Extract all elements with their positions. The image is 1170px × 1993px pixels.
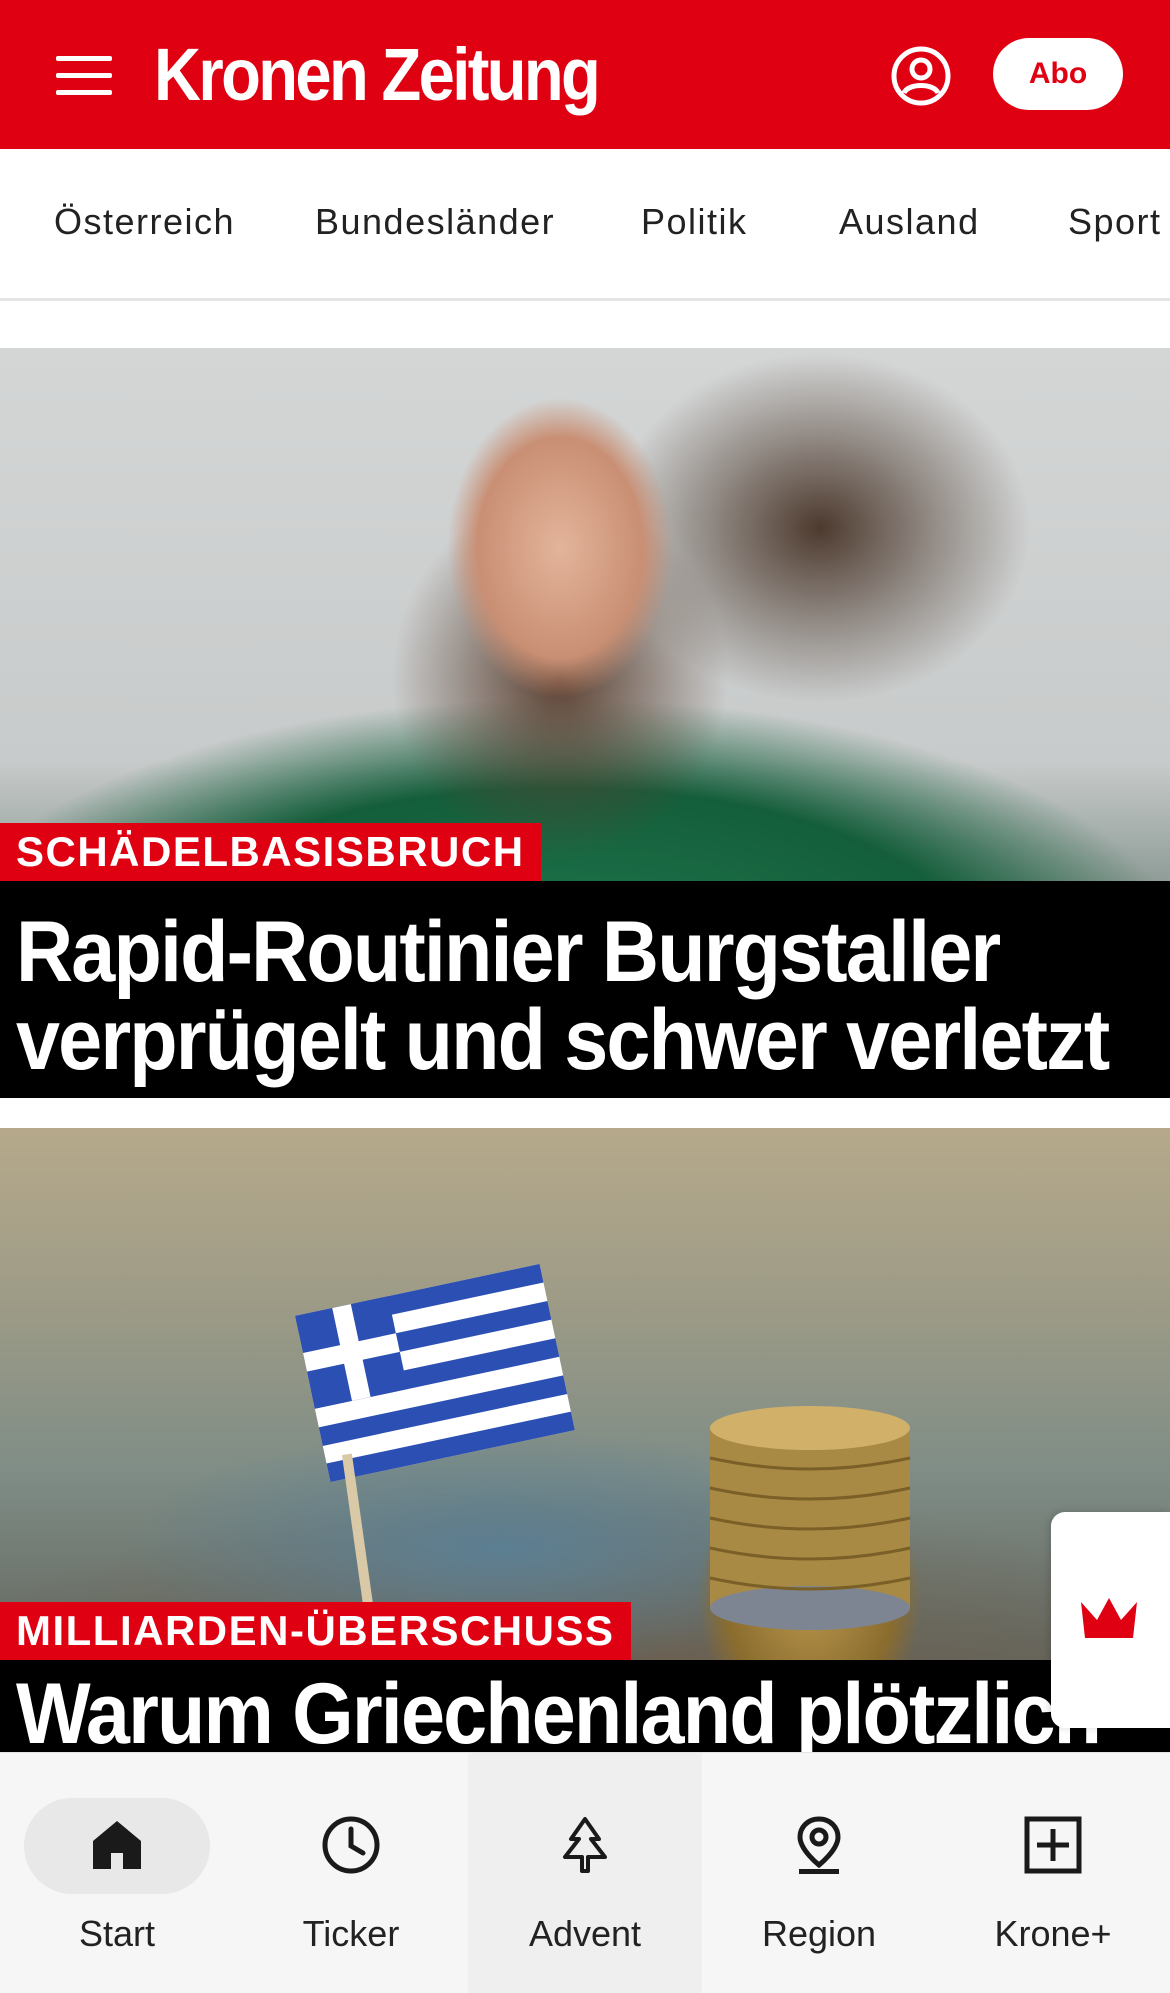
krone-crown-icon [1081, 1598, 1137, 1638]
user-account-icon[interactable] [890, 45, 952, 107]
site-logo[interactable]: Kronen Zeitung [154, 35, 601, 115]
nav-label: Region [761, 1913, 877, 1954]
nav-advent[interactable]: Advent [468, 1753, 702, 1993]
category-ausland[interactable]: Ausland [839, 201, 980, 243]
nav-start[interactable]: Start [0, 1753, 234, 1993]
nav-label: Advent [528, 1913, 642, 1954]
nav-krone-plus[interactable]: Krone+ [936, 1753, 1170, 1993]
category-oesterreich[interactable]: Österreich [54, 201, 235, 243]
bottom-navigation: Start Ticker Advent Region Krone+ [0, 1752, 1170, 1993]
article-card[interactable]: MILLIARDEN-ÜBERSCHUSS Warum Griechenland… [0, 1128, 1170, 1752]
nav-region[interactable]: Region [702, 1753, 936, 1993]
coin-stack-graphic [709, 1406, 911, 1630]
article-card[interactable]: SCHÄDELBASISBRUCH Rapid-Routinier Burgst… [0, 348, 1170, 1098]
location-pin-icon [797, 1816, 841, 1874]
abo-button[interactable]: Abo [993, 38, 1123, 110]
nav-label: Krone+ [994, 1913, 1112, 1954]
nav-ticker[interactable]: Ticker [234, 1753, 468, 1993]
article-headline[interactable]: Rapid-Routinier Burgstaller verprügelt u… [16, 908, 1157, 1084]
nav-label: Start [78, 1913, 156, 1954]
category-bundeslaender[interactable]: Bundesländer [315, 201, 555, 243]
category-nav: Österreich Bundesländer Politik Ausland … [0, 149, 1170, 301]
home-icon [93, 1821, 141, 1869]
article-kicker: SCHÄDELBASISBRUCH [0, 823, 541, 881]
menu-icon[interactable] [56, 56, 112, 96]
article-kicker: MILLIARDEN-ÜBERSCHUSS [0, 1602, 631, 1660]
clock-icon [322, 1816, 380, 1874]
article-headline[interactable]: Warum Griechenland plötzlich [16, 1670, 1157, 1752]
tree-icon [563, 1817, 607, 1873]
category-politik[interactable]: Politik [641, 201, 748, 243]
top-app-bar: Kronen Zeitung Abo [0, 0, 1170, 149]
nav-label: Ticker [302, 1913, 400, 1954]
category-sport[interactable]: Sport [1068, 201, 1162, 243]
krone-plus-floating-tab[interactable] [1051, 1512, 1170, 1728]
plus-box-icon [1024, 1816, 1082, 1874]
